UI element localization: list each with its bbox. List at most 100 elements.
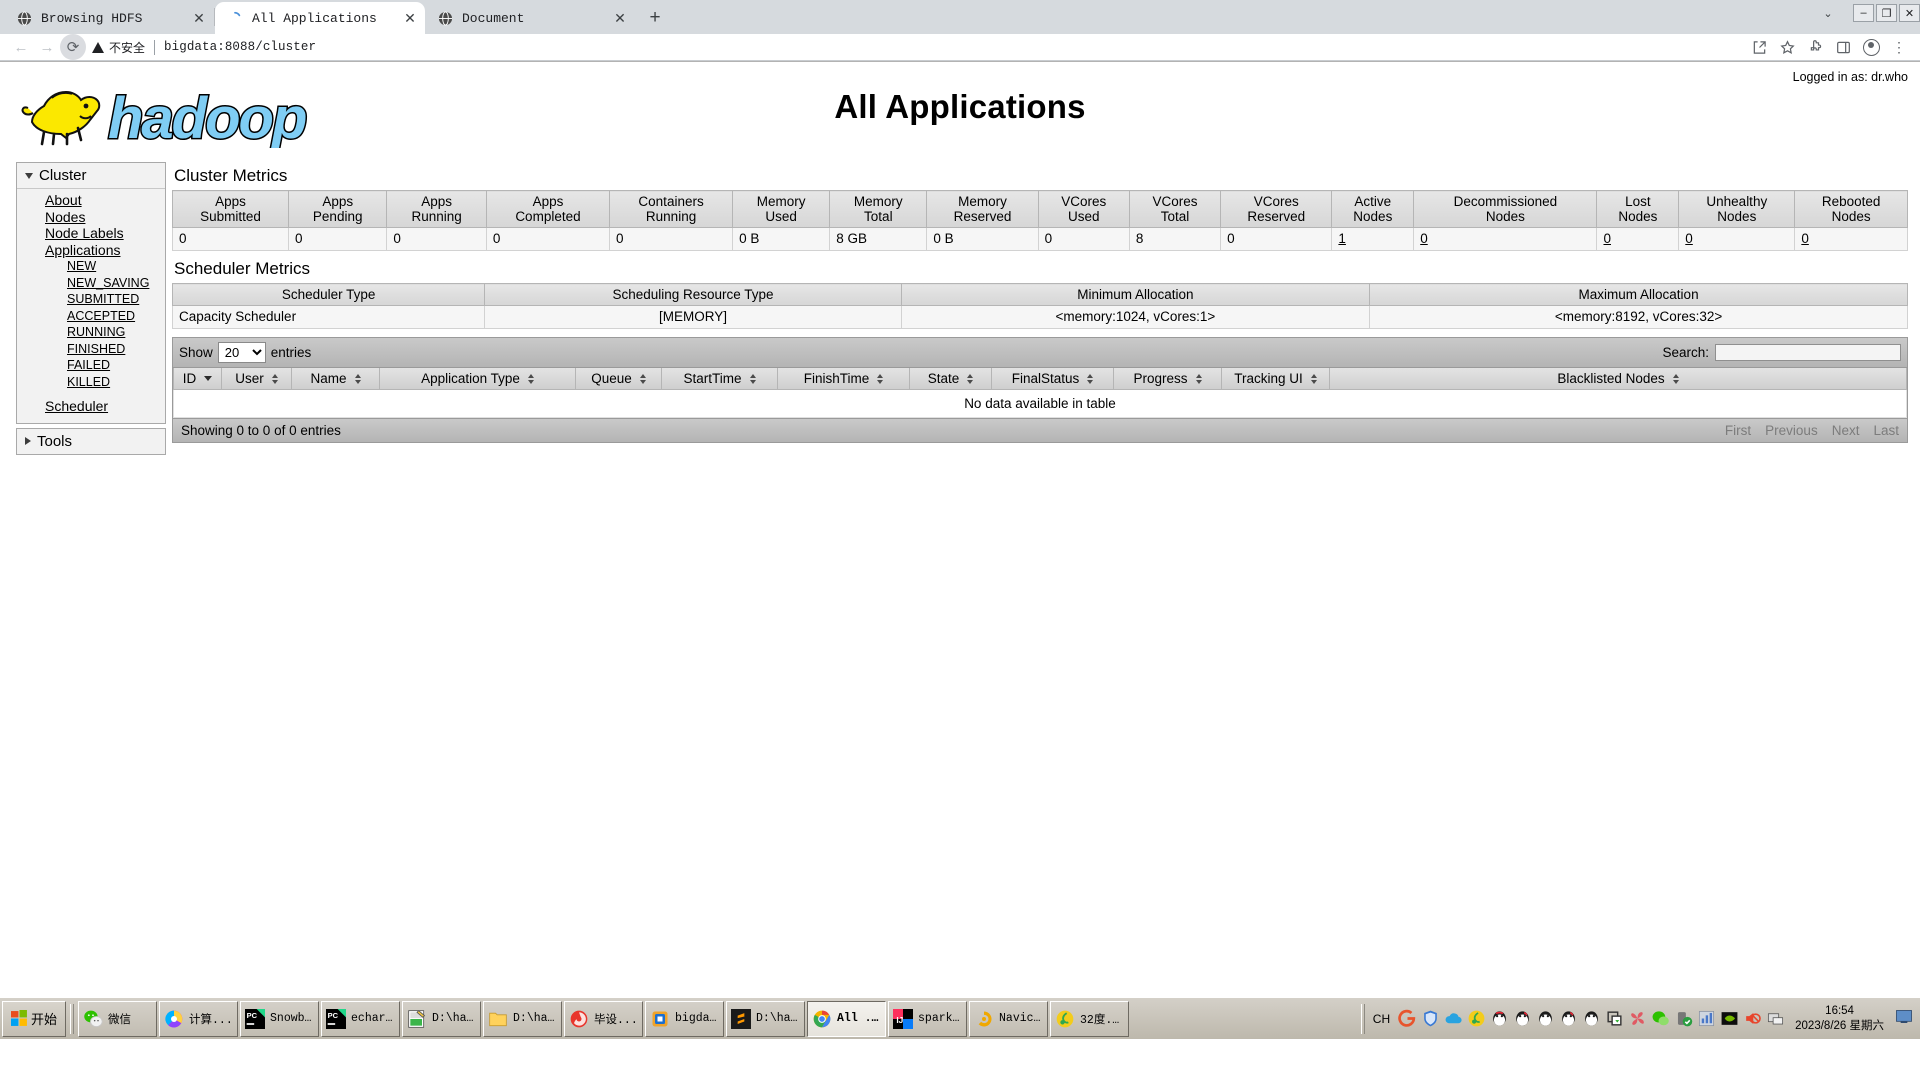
col-progress[interactable]: Progress — [1113, 368, 1222, 390]
browser-tab-browsing-hdfs[interactable]: Browsing HDFS ✕ — [4, 2, 214, 34]
loading-spinner-icon — [227, 10, 243, 26]
sidebar-item-accepted[interactable]: ACCEPTED — [17, 308, 165, 325]
col-finishtime[interactable]: FinishTime — [777, 368, 910, 390]
page-length-select[interactable]: 2050100 — [217, 342, 266, 363]
address-bar[interactable]: 不安全 bigdata:8088/cluster — [92, 36, 1746, 58]
sidebar-item-nodes[interactable]: Nodes — [17, 209, 165, 226]
pager-last[interactable]: Last — [1873, 423, 1899, 438]
not-secure-indicator[interactable]: 不安全 — [92, 39, 145, 56]
back-button[interactable]: ← — [8, 34, 34, 60]
rebooted-nodes-link[interactable]: 0 — [1801, 231, 1809, 246]
col-finalstatus[interactable]: FinalStatus — [991, 368, 1114, 390]
taskbar-item-wechat[interactable]: 微信 — [78, 1000, 158, 1037]
wechat-icon[interactable] — [1651, 1009, 1670, 1028]
taskbar-item-folder[interactable]: D:\ha... — [483, 1000, 563, 1037]
usb-safe-icon[interactable] — [1674, 1009, 1693, 1028]
pinwheel-icon[interactable] — [1628, 1009, 1647, 1028]
close-icon[interactable]: ✕ — [611, 9, 629, 27]
volume-muted-icon[interactable] — [1743, 1009, 1762, 1028]
sidebar-item-node-labels[interactable]: Node Labels — [17, 225, 165, 242]
hadoop-logo[interactable]: hadoop — [14, 76, 314, 153]
close-window-button[interactable]: ✕ — [1899, 4, 1920, 22]
search-input[interactable] — [1715, 344, 1901, 361]
sogou-icon[interactable] — [1398, 1009, 1417, 1028]
taskbar-item-chrome-all-applications[interactable]: All ... — [807, 1000, 887, 1037]
onedrive-icon[interactable] — [1444, 1009, 1463, 1028]
datatable-info: Showing 0 to 0 of 0 entries — [181, 423, 341, 438]
close-icon[interactable]: ✕ — [190, 9, 208, 27]
taskbar-item-editor[interactable]: D:\ha... — [402, 1000, 482, 1037]
show-desktop-button[interactable] — [1894, 1004, 1916, 1034]
decommissioned-nodes-link[interactable]: 0 — [1420, 231, 1428, 246]
qq-icon[interactable] — [1536, 1009, 1555, 1028]
qq-icon[interactable] — [1490, 1009, 1509, 1028]
col-queue[interactable]: Queue — [575, 368, 662, 390]
browser-tab-all-applications[interactable]: All Applications ✕ — [215, 2, 425, 34]
puzzle-icon[interactable] — [1802, 34, 1828, 60]
sidebar-item-applications[interactable]: Applications — [17, 242, 165, 259]
sidebar-item-running[interactable]: RUNNING — [17, 324, 165, 341]
pycharm-icon: PC — [326, 1008, 347, 1029]
copy-icon[interactable] — [1605, 1009, 1624, 1028]
pager-next[interactable]: Next — [1832, 423, 1860, 438]
side-panel-icon[interactable] — [1830, 34, 1856, 60]
sidebar-item-new-saving[interactable]: NEW_SAVING — [17, 275, 165, 292]
browser-tab-document[interactable]: Document ✕ — [425, 2, 635, 34]
reload-button[interactable]: ⟳ — [60, 34, 86, 60]
sidebar-item-finished[interactable]: FINISHED — [17, 341, 165, 358]
pager-first[interactable]: First — [1725, 423, 1751, 438]
network-icon[interactable] — [1766, 1009, 1785, 1028]
ime-indicator[interactable]: CH — [1369, 1012, 1394, 1026]
col-blacklisted-nodes[interactable]: Blacklisted Nodes — [1329, 368, 1907, 390]
taskbar-item-snowb[interactable]: PC Snowb... — [240, 1000, 320, 1037]
chart-icon[interactable] — [1697, 1009, 1716, 1028]
unhealthy-nodes-link[interactable]: 0 — [1685, 231, 1693, 246]
forward-button[interactable]: → — [34, 34, 60, 60]
sidebar-item-killed[interactable]: KILLED — [17, 374, 165, 391]
col-id[interactable]: ID — [173, 368, 222, 390]
share-icon[interactable] — [1746, 34, 1772, 60]
sidebar-item-scheduler[interactable]: Scheduler — [17, 398, 165, 415]
qq-icon[interactable] — [1559, 1009, 1578, 1028]
col-user[interactable]: User — [221, 368, 292, 390]
col-starttime[interactable]: StartTime — [661, 368, 778, 390]
taskbar-item-bigdata[interactable]: bigda... — [645, 1000, 725, 1037]
taskbar-item-sublime[interactable]: D:\ha... — [726, 1000, 806, 1037]
taskbar-item-spark[interactable]: IJ spark... — [888, 1000, 968, 1037]
browser-menu-button[interactable]: ⋮ — [1886, 34, 1912, 60]
new-tab-button[interactable]: + — [641, 4, 669, 32]
taskbar-item-weather[interactable]: 32度... — [1050, 1000, 1130, 1037]
sidebar-item-new[interactable]: NEW — [17, 258, 165, 275]
taskbar-item-echar[interactable]: PC echar... — [321, 1000, 401, 1037]
maximize-button[interactable]: ❐ — [1876, 4, 1897, 22]
taskbar-item-bishe[interactable]: 毕设... — [564, 1000, 644, 1037]
music-icon[interactable] — [1467, 1009, 1486, 1028]
chevron-down-icon[interactable]: ⌄ — [1815, 0, 1841, 26]
val-containers-running: 0 — [609, 227, 734, 251]
applications-datatable: Show 2050100 entries Search: ID — [172, 337, 1908, 443]
active-nodes-link[interactable]: 1 — [1338, 231, 1346, 246]
sidebar-item-submitted[interactable]: SUBMITTED — [17, 291, 165, 308]
col-state[interactable]: State — [909, 368, 992, 390]
lost-nodes-link[interactable]: 0 — [1603, 231, 1611, 246]
shield-icon[interactable] — [1421, 1009, 1440, 1028]
sidebar-panel-header-cluster[interactable]: Cluster — [17, 163, 165, 189]
clock[interactable]: 16:54 2023/8/26 星期六 — [1789, 1004, 1890, 1034]
col-application-type[interactable]: Application Type — [379, 368, 576, 390]
col-name[interactable]: Name — [291, 368, 380, 390]
close-icon[interactable]: ✕ — [401, 9, 419, 27]
qq-icon[interactable] — [1582, 1009, 1601, 1028]
nvidia-icon[interactable] — [1720, 1009, 1739, 1028]
taskbar-item-jisuan[interactable]: 计算... — [159, 1000, 239, 1037]
sidebar-item-failed[interactable]: FAILED — [17, 357, 165, 374]
qq-icon[interactable] — [1513, 1009, 1532, 1028]
taskbar-item-navicat[interactable]: Navic... — [969, 1000, 1049, 1037]
sidebar-item-about[interactable]: About — [17, 192, 165, 209]
star-icon[interactable] — [1774, 34, 1800, 60]
minimize-button[interactable]: – — [1853, 4, 1874, 22]
sidebar-panel-header-tools[interactable]: Tools — [17, 428, 165, 454]
col-tracking-ui[interactable]: Tracking UI — [1221, 368, 1330, 390]
start-button[interactable]: 开始 — [2, 1000, 67, 1037]
pager-previous[interactable]: Previous — [1765, 423, 1818, 438]
avatar-icon[interactable] — [1858, 34, 1884, 60]
